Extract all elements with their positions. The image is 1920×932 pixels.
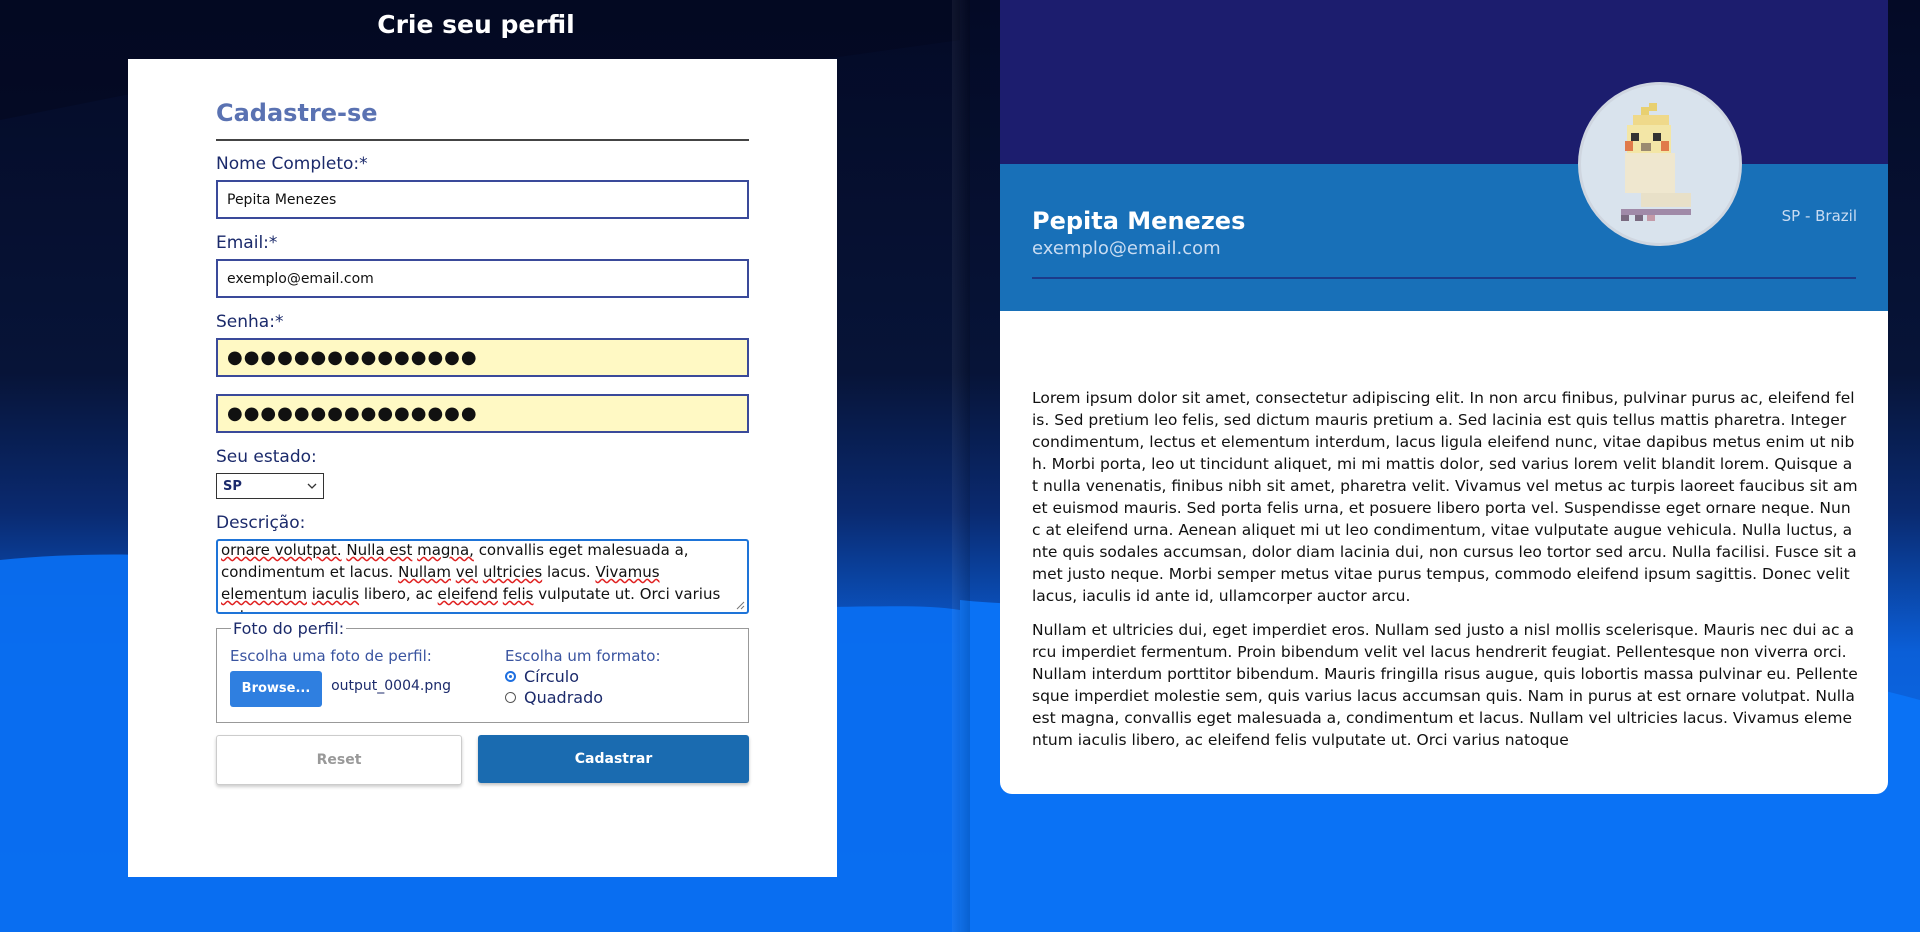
profile-name: Pepita Menezes (1032, 207, 1246, 235)
photo-upload-group: Escolha uma foto de perfil: Browse... ou… (230, 647, 451, 707)
panel-divider (952, 0, 970, 932)
description-line-text: ornare volutpat. (221, 541, 342, 559)
signup-form-card: Cadastre-se Nome Completo:* Pepita Menez… (128, 59, 837, 877)
format-option-circle[interactable]: Círculo (505, 667, 661, 686)
description-line-text: Nulla est (346, 541, 413, 559)
description-line-text: condimentum et lacus. (221, 563, 394, 581)
name-label: Nome Completo:* (216, 154, 368, 174)
chevron-down-icon (307, 483, 317, 489)
avatar (1578, 82, 1742, 246)
radio-checked-icon[interactable] (505, 671, 516, 682)
radio-unchecked-icon[interactable] (505, 692, 516, 703)
description-line-text: felis (502, 585, 534, 603)
format-option-label: Círculo (524, 667, 580, 686)
profile-email: exemplo@email.com (1032, 238, 1221, 259)
reset-button[interactable]: Reset (216, 735, 463, 785)
description-line-text: convallis eget malesuada a, (478, 541, 689, 559)
password-confirm-value: ●●●●●●●●●●●●●●● (227, 403, 478, 424)
format-group: Escolha um formato: Círculo Quadrado (505, 647, 661, 707)
email-input[interactable]: exemplo@email.com (216, 259, 749, 298)
description-line-text: Orci varius (639, 585, 721, 603)
profile-paragraph: Nullam et ultricies dui, eget imperdiet … (1032, 621, 1858, 749)
form-actions: Reset Cadastrar (216, 735, 749, 785)
name-input[interactable]: Pepita Menezes (216, 180, 749, 219)
password-label: Senha:* (216, 312, 284, 332)
password-input-value: ●●●●●●●●●●●●●●● (227, 347, 478, 368)
format-option-square[interactable]: Quadrado (505, 688, 661, 707)
description-line-text: Nullam (398, 563, 451, 581)
photo-legend: Foto do perfil: (231, 619, 347, 638)
format-label: Escolha um formato: (505, 647, 661, 665)
form-heading-divider (216, 139, 749, 141)
name-input-value: Pepita Menezes (227, 191, 337, 208)
email-label: Email:* (216, 233, 278, 253)
form-heading: Cadastre-se (216, 99, 378, 127)
signup-form: Cadastre-se Nome Completo:* Pepita Menez… (216, 99, 749, 785)
description-textarea[interactable]: ornare volutpat. Nulla est magna, conval… (216, 539, 749, 614)
state-label: Seu estado: (216, 447, 317, 467)
description-line-text: natoque (221, 607, 283, 612)
bird-avatar-icon (1621, 103, 1691, 221)
profile-header-divider (1032, 277, 1856, 279)
photo-choose-label: Escolha uma foto de perfil: (230, 647, 432, 665)
profile-header-top (1000, 0, 1888, 164)
file-name: output_0004.png (331, 678, 451, 694)
photo-fieldset: Foto do perfil: Escolha uma foto de perf… (216, 619, 749, 723)
description-line-text: Vivamus (595, 563, 660, 581)
email-input-value: exemplo@email.com (227, 270, 374, 287)
password-confirm-input[interactable]: ●●●●●●●●●●●●●●● (216, 394, 749, 433)
description-line-text: lacus. (546, 563, 591, 581)
page-title: Crie seu perfil (377, 10, 575, 39)
profile-location: SP - Brazil (1781, 207, 1857, 225)
resize-handle-icon[interactable] (736, 601, 745, 610)
profile-paragraph: Lorem ipsum dolor sit amet, consectetur … (1032, 389, 1858, 605)
description-label: Descrição: (216, 513, 306, 533)
state-select-value: SP (223, 478, 242, 494)
description-line-text: vel (455, 563, 479, 581)
description-line-text: ultricies (482, 563, 543, 581)
state-select[interactable]: SP (216, 473, 324, 499)
description-line-text: iaculis (311, 585, 360, 603)
description-line-text: vulputate ut. (538, 585, 635, 603)
password-input[interactable]: ●●●●●●●●●●●●●●● (216, 338, 749, 377)
browse-button[interactable]: Browse... (230, 671, 322, 707)
profile-description: Lorem ipsum dolor sit amet, consectetur … (1032, 387, 1858, 763)
description-line-text: elementum (221, 585, 307, 603)
format-option-label: Quadrado (524, 688, 604, 707)
description-line-text: magna, (417, 541, 474, 559)
profile-preview-card: Pepita Menezes exemplo@email.com SP - Br… (1000, 0, 1888, 794)
submit-button[interactable]: Cadastrar (478, 735, 749, 783)
description-line-text: eleifend (437, 585, 499, 603)
description-line-text: libero, ac (363, 585, 433, 603)
